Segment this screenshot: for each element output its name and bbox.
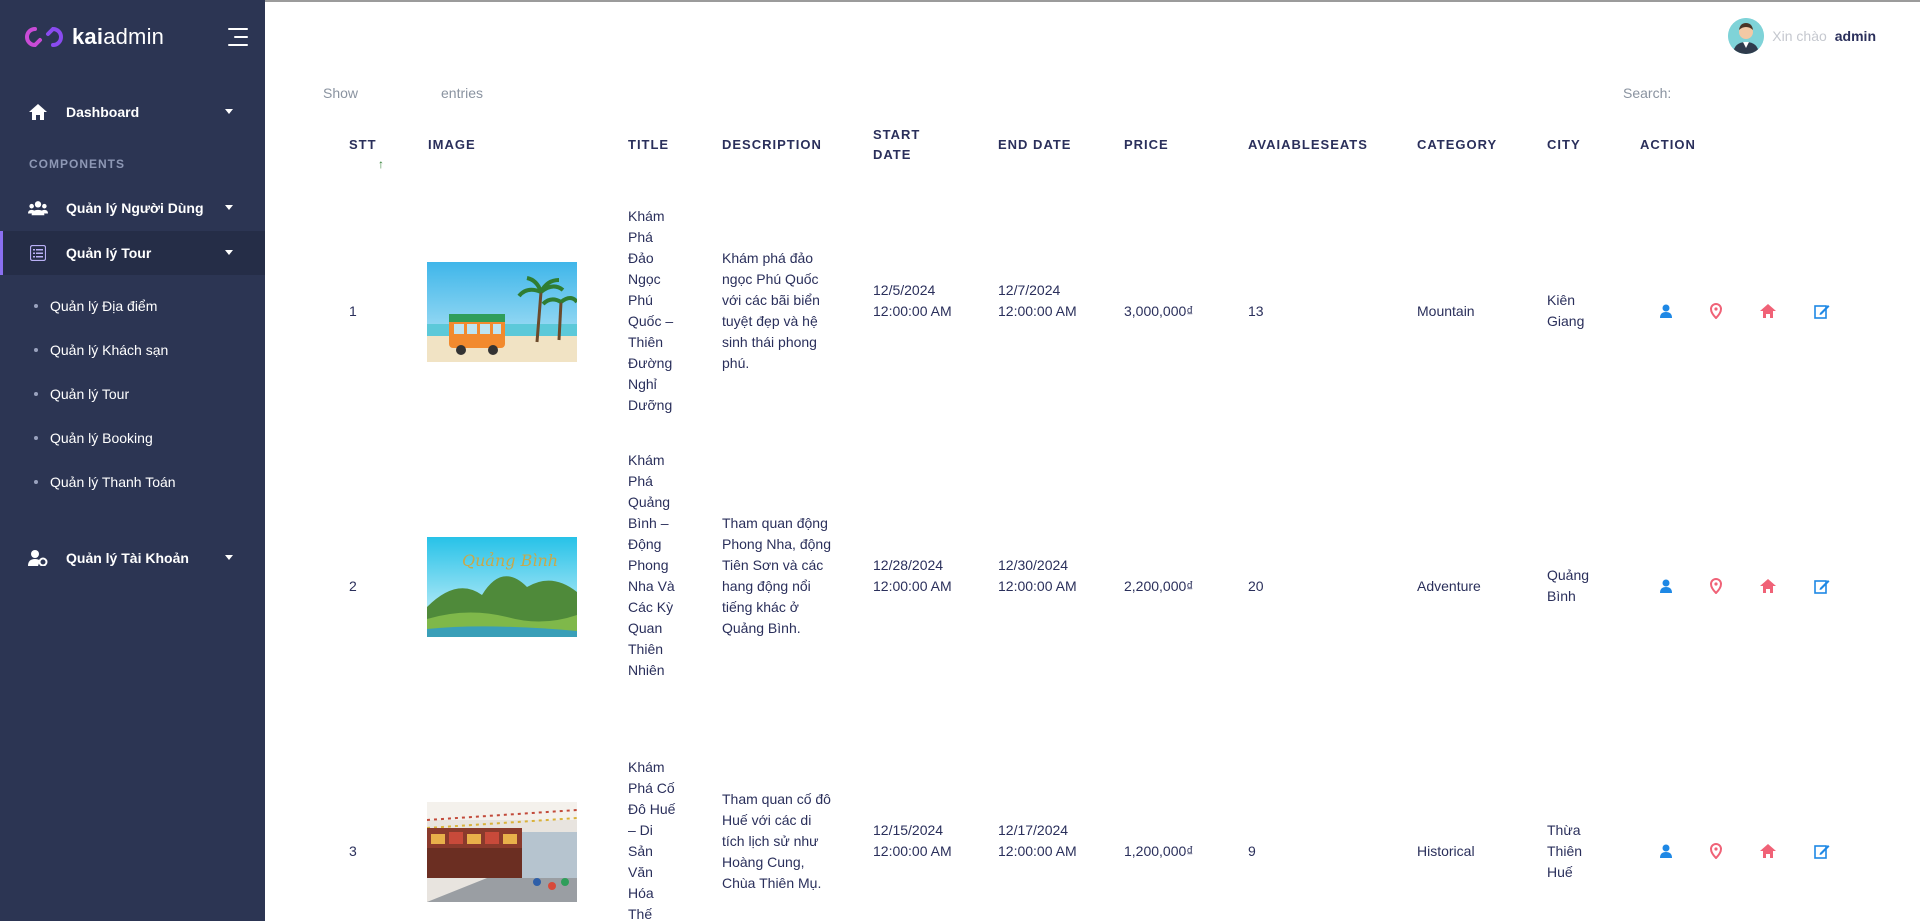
cell-title: Khám Phá Quảng Bình – Động Phong Nha Và …: [628, 452, 675, 678]
chevron-down-icon: [225, 555, 233, 560]
user-cog-icon: [28, 548, 48, 568]
cell-category: Historical: [1417, 843, 1475, 859]
column-header-start-date[interactable]: START DATE: [873, 127, 953, 175]
cell-title: Khám Phá Đảo Ngọc Phú Quốc – Thiên Đường…: [628, 208, 674, 413]
edit-icon[interactable]: [1814, 303, 1830, 319]
sort-ascending-icon: ↑: [378, 157, 384, 171]
cell-price: 2,200,000₫: [1124, 578, 1194, 594]
chevron-down-icon: [225, 205, 233, 210]
column-header-city[interactable]: CITY: [1547, 135, 1581, 155]
nav-tour-management-label: Quản lý Tour: [66, 245, 152, 261]
sidebar-item-label: Quản lý Thanh Toán: [50, 474, 176, 490]
column-header-title[interactable]: TITLE: [628, 135, 669, 155]
cell-price: 1,200,000₫: [1124, 843, 1194, 859]
cell-start-date: 12/5/2024 12:00:00 AM: [873, 282, 952, 319]
home-action-icon[interactable]: [1760, 843, 1776, 859]
user-name: admin: [1834, 28, 1876, 44]
sidebar-item-bookings[interactable]: Quản lý Booking: [34, 430, 153, 446]
column-header-price[interactable]: PRICE: [1124, 135, 1169, 155]
sidebar-item-hotels[interactable]: Quản lý Khách sạn: [34, 342, 168, 358]
show-entries-label: Show: [323, 85, 359, 101]
home-icon: [28, 102, 48, 122]
user-menu[interactable]: Xin chào admin: [1728, 18, 1876, 54]
edit-icon[interactable]: [1814, 578, 1830, 594]
nav-accounts-label: Quản lý Tài Khoản: [66, 550, 189, 566]
home-action-icon[interactable]: [1760, 303, 1776, 319]
cell-start-date: 12/28/2024 12:00:00 AM: [873, 557, 952, 594]
sidebar-item-label: Quản lý Booking: [50, 430, 153, 446]
users-icon: [28, 198, 48, 218]
cell-end-date: 12/30/2024 12:00:00 AM: [998, 557, 1077, 594]
user-icon[interactable]: [1658, 578, 1674, 594]
avatar: [1728, 18, 1765, 54]
cell-end-date: 12/7/2024 12:00:00 AM: [998, 282, 1077, 319]
column-header-end-date[interactable]: END DATE: [998, 135, 1071, 155]
column-header-seats[interactable]: AVAIABLESEATS: [1248, 135, 1368, 155]
nav-users[interactable]: Quản lý Người Dùng: [0, 186, 265, 230]
nav-dashboard-label: Dashboard: [66, 104, 140, 120]
chevron-down-icon: [225, 250, 233, 255]
greeting-text: Xin chào: [1772, 28, 1827, 44]
cell-stt: 1: [349, 303, 357, 319]
cell-stt: 2: [349, 578, 357, 594]
search-label: Search:: [1623, 85, 1672, 101]
cell-description: Tham quan cố đô Huế với các di tích lịch…: [722, 791, 831, 891]
column-header-stt[interactable]: STT: [349, 135, 377, 155]
brand-name: kaiadmin: [72, 24, 165, 49]
sidebar-toggle-icon[interactable]: [224, 28, 248, 46]
nav-accounts[interactable]: Quản lý Tài Khoản: [0, 536, 265, 580]
tour-image: [427, 262, 577, 362]
column-header-action: ACTION: [1640, 137, 1696, 152]
sidebar-item-label: Quản lý Tour: [50, 386, 130, 402]
cell-city: Thừa Thiên Huế: [1547, 822, 1583, 880]
section-components-title: COMPONENTS: [29, 157, 126, 171]
sidebar-item-label: Quản lý Khách sạn: [50, 342, 169, 358]
sidebar-item-payments[interactable]: Quản lý Thanh Toán: [34, 474, 176, 490]
cell-end-date: 12/17/2024 12:00:00 AM: [998, 822, 1077, 859]
cell-seats: 20: [1248, 578, 1264, 594]
location-icon[interactable]: [1708, 303, 1724, 319]
nav-tour-management[interactable]: Quản lý Tour: [0, 231, 265, 275]
cell-city: Kiên Giang: [1547, 292, 1585, 329]
user-icon[interactable]: [1658, 303, 1674, 319]
cell-description: Khám phá đảo ngọc Phú Quốc với các bãi b…: [722, 250, 820, 371]
header-divider: [265, 0, 1920, 2]
brand-logo-icon: [25, 26, 63, 48]
cell-seats: 13: [1248, 303, 1264, 319]
cell-category: Adventure: [1417, 578, 1481, 594]
sidebar-item-locations[interactable]: Quản lý Địa điểm: [34, 298, 157, 314]
column-header-category[interactable]: CATEGORY: [1417, 135, 1497, 155]
edit-icon[interactable]: [1814, 843, 1830, 859]
user-icon[interactable]: [1658, 843, 1674, 859]
chevron-down-icon: [225, 109, 233, 114]
cell-start-date: 12/15/2024 12:00:00 AM: [873, 822, 952, 859]
brand[interactable]: kaiadmin: [24, 24, 164, 50]
entries-label: entries: [441, 85, 484, 101]
nav-users-label: Quản lý Người Dùng: [66, 200, 204, 216]
cell-description: Tham quan động Phong Nha, động Tiên Sơn …: [722, 515, 831, 636]
cell-city: Quảng Bình: [1547, 567, 1590, 604]
tour-image: Quảng Bình: [427, 537, 577, 637]
column-header-image[interactable]: IMAGE: [428, 135, 476, 155]
nav-dashboard[interactable]: Dashboard: [0, 90, 265, 134]
column-header-start-date-label: START DATE: [873, 127, 921, 162]
cell-stt: 3: [349, 843, 357, 859]
cell-category: Mountain: [1417, 303, 1475, 319]
sidebar: kaiadmin Dashboard COMPONENTS Quản lý Ng…: [0, 0, 265, 921]
sidebar-item-label: Quản lý Địa điểm: [50, 298, 158, 314]
cell-price: 3,000,000₫: [1124, 303, 1194, 319]
location-icon[interactable]: [1708, 843, 1724, 859]
tour-image: [427, 802, 577, 902]
cell-title: Khám Phá Cố Đô Huế – Di Sản Văn Hóa Thế: [628, 759, 676, 921]
cell-seats: 9: [1248, 843, 1256, 859]
image-caption: Quảng Bình: [462, 551, 559, 570]
sidebar-item-tours[interactable]: Quản lý Tour: [34, 386, 129, 402]
column-header-description[interactable]: DESCRIPTION: [722, 135, 822, 155]
list-icon: [28, 243, 48, 263]
home-action-icon[interactable]: [1760, 578, 1776, 594]
location-icon[interactable]: [1708, 578, 1724, 594]
search-input[interactable]: [1676, 78, 1856, 106]
